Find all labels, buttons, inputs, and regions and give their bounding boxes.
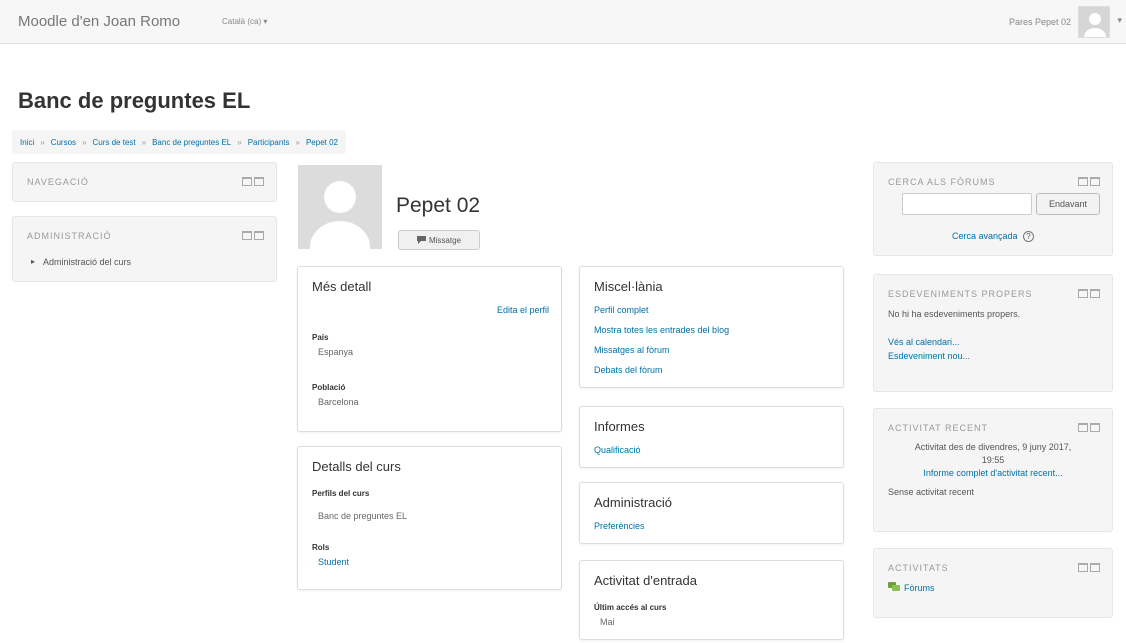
course-profile-link[interactable]: Banc de preguntes EL — [318, 511, 407, 521]
advanced-search-row: Cerca avançada ? — [874, 231, 1112, 242]
dock-icon[interactable] — [1078, 423, 1100, 432]
message-button-label: Missatge — [428, 235, 461, 245]
full-recent-report-link[interactable]: Informe complet d'activitat recent... — [874, 467, 1112, 480]
no-recent-activity-text: Sense activitat recent — [888, 487, 975, 497]
more-details-card: Més detall Edita el perfil País Espanya … — [297, 266, 562, 432]
since-time-line: 19:55 — [981, 455, 1005, 465]
last-access-label: Últim accés al curs — [594, 603, 667, 612]
grades-link[interactable]: Qualificació — [594, 445, 641, 455]
expand-arrow-icon[interactable]: ▸ — [31, 257, 35, 266]
card-title: Administració — [594, 495, 673, 510]
dock-icon[interactable] — [1078, 177, 1100, 186]
recent-activity-block: ACTIVITAT RECENT Activitat des de divend… — [873, 408, 1113, 532]
message-button[interactable]: Missatge — [398, 230, 480, 250]
page-title: Banc de preguntes EL — [18, 88, 251, 113]
dock-icon[interactable] — [1078, 563, 1100, 572]
advanced-search-link[interactable]: Cerca avançada — [952, 231, 1018, 241]
last-access-value: Mai — [600, 617, 615, 627]
card-title: Detalls del curs — [312, 459, 401, 474]
no-events-text: No hi ha esdeveniments propers. — [888, 309, 1021, 319]
city-label: Població — [312, 383, 346, 392]
help-icon[interactable]: ? — [1023, 231, 1035, 242]
card-title: Informes — [594, 419, 645, 434]
forum-search-block: CERCA ALS FÒRUMS Endavant Cerca avançada… — [873, 162, 1113, 256]
user-avatar[interactable] — [1078, 6, 1110, 38]
block-title: NAVEGACIÓ — [27, 177, 89, 187]
dock-icon[interactable] — [242, 231, 264, 240]
country-value: Espanya — [318, 347, 354, 357]
reports-card: Informes Qualificació — [579, 406, 844, 468]
dock-icon[interactable] — [242, 177, 264, 186]
forums-link[interactable]: Fòrums — [904, 583, 935, 593]
breadcrumb-courses[interactable]: Cursos — [51, 138, 76, 147]
breadcrumb-separator: » — [141, 137, 147, 147]
block-title: ACTIVITATS — [888, 563, 949, 573]
block-title: ADMINISTRACIÓ — [27, 231, 112, 241]
recent-activity-since: Activitat des de divendres, 9 juny 2017,… — [874, 441, 1112, 480]
breadcrumb-separator: » — [295, 137, 300, 147]
breadcrumb: Inici » Cursos » Curs de test » Banc de … — [12, 130, 346, 154]
breadcrumb-question-bank[interactable]: Banc de preguntes EL — [152, 138, 231, 147]
profile-picture — [298, 165, 382, 249]
administration-block: ADMINISTRACIÓ ▸ Administració del curs — [12, 216, 277, 282]
search-go-button[interactable]: Endavant — [1036, 193, 1100, 215]
since-date-line: Activitat des de divendres, 9 juny 2017, — [914, 442, 1072, 452]
dock-icon[interactable] — [1078, 289, 1100, 298]
breadcrumb-course[interactable]: Curs de test — [92, 138, 135, 147]
misc-card: Miscel·lània Perfil complet Mostra totes… — [579, 266, 844, 388]
navbar: Moodle d'en Joan Romo Català (ca) ▾ Pare… — [0, 0, 1126, 44]
block-title: CERCA ALS FÒRUMS — [888, 177, 996, 187]
calendar-link[interactable]: Vés al calendari... — [888, 337, 960, 347]
chat-icon — [416, 236, 426, 244]
activities-block: ACTIVITATS Fòrums — [873, 548, 1113, 618]
preferences-link[interactable]: Preferències — [594, 521, 645, 531]
site-brand-link[interactable]: Moodle d'en Joan Romo — [18, 13, 180, 30]
navigation-block: NAVEGACIÓ — [12, 162, 277, 202]
user-menu-caret-icon[interactable]: ▾ — [1117, 15, 1122, 26]
forum-search-input[interactable] — [902, 193, 1032, 215]
forum-posts-link[interactable]: Missatges al fòrum — [594, 345, 670, 355]
breadcrumb-user[interactable]: Pepet 02 — [306, 138, 338, 147]
new-event-link[interactable]: Esdeveniment nou... — [888, 351, 970, 361]
forum-discussions-link[interactable]: Debats del fòrum — [594, 365, 663, 375]
card-title: Miscel·lània — [594, 279, 663, 294]
breadcrumb-separator: » — [40, 137, 45, 147]
blog-entries-link[interactable]: Mostra totes les entrades del blog — [594, 325, 729, 335]
course-admin-link[interactable]: Administració del curs — [43, 257, 131, 267]
forum-icon — [888, 582, 900, 591]
card-title: Més detall — [312, 279, 372, 294]
profile-name: Pepet 02 — [396, 194, 481, 217]
course-details-card: Detalls del curs Perfils del curs Banc d… — [297, 446, 562, 590]
edit-profile-link[interactable]: Edita el perfil — [497, 305, 549, 315]
breadcrumb-home[interactable]: Inici — [20, 138, 34, 147]
city-value: Barcelona — [318, 397, 359, 407]
upcoming-events-block: ESDEVENIMENTS PROPERS No hi ha esdevenim… — [873, 274, 1113, 392]
breadcrumb-separator: » — [237, 137, 242, 147]
administration-card: Administració Preferències — [579, 482, 844, 544]
breadcrumb-separator: » — [82, 137, 87, 147]
roles-label: Rols — [312, 543, 330, 552]
country-label: País — [312, 333, 329, 342]
block-title: ACTIVITAT RECENT — [888, 423, 989, 433]
role-link[interactable]: Student — [318, 557, 349, 567]
card-title: Activitat d'entrada — [594, 573, 697, 588]
block-title: ESDEVENIMENTS PROPERS — [888, 289, 1033, 299]
breadcrumb-participants[interactable]: Participants — [248, 138, 290, 147]
user-menu-name[interactable]: Pares Pepet 02 — [1009, 17, 1071, 27]
course-profiles-label: Perfils del curs — [312, 489, 370, 498]
full-profile-link[interactable]: Perfil complet — [594, 305, 649, 315]
language-menu[interactable]: Català (ca) ▾ — [222, 17, 267, 26]
login-activity-card: Activitat d'entrada Últim accés al curs … — [579, 560, 844, 640]
